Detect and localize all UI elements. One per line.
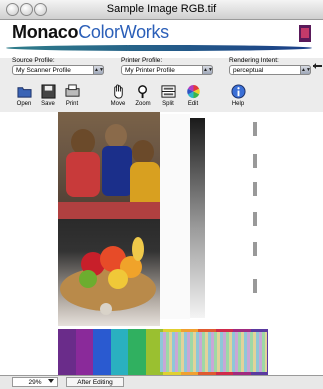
brand-name-part2: ColorWorks — [78, 22, 169, 42]
select-arrows-icon: ▲▼ — [93, 65, 104, 75]
help-label: Help — [231, 101, 245, 107]
toolbar: Open Save Print Move Zoom Split Edit Hel… — [0, 81, 323, 113]
brand-name-part1: Monaco — [12, 22, 79, 42]
move-label: Move — [110, 101, 126, 107]
hand-icon — [113, 84, 123, 99]
open-button[interactable]: Open — [11, 84, 37, 112]
printer-profile-value: My Printer Profile — [125, 67, 175, 74]
edit-mode-value: After Editing — [77, 379, 113, 386]
rendering-intent-label: Rendering Intent: — [229, 57, 279, 64]
open-folder-icon — [16, 87, 32, 98]
zoom-label: Zoom — [135, 101, 151, 107]
source-profile-value: My Scanner Profile — [16, 67, 71, 74]
profile-controls: Source Profile: My Scanner Profile ▲▼ Pr… — [0, 57, 323, 81]
split-label: Split — [162, 101, 174, 107]
edit-button[interactable]: Edit — [180, 84, 206, 112]
portrait-photo — [58, 112, 160, 219]
window-titlebar[interactable]: Sample Image RGB.tif — [0, 0, 323, 20]
print-button[interactable]: Print — [59, 84, 85, 112]
zoom-button[interactable]: Zoom — [130, 84, 156, 112]
printer-icon — [64, 84, 80, 97]
open-label: Open — [16, 101, 32, 107]
zoom-level-value: 29% — [28, 379, 42, 386]
source-profile-select[interactable]: My Scanner Profile ▲▼ — [12, 65, 104, 75]
brand-swoosh — [6, 45, 312, 51]
image-canvas[interactable] — [0, 112, 323, 375]
gray-ramp — [190, 118, 205, 318]
move-button[interactable]: Move — [105, 84, 131, 112]
save-button[interactable]: Save — [35, 84, 61, 112]
help-button[interactable]: Help — [225, 84, 251, 112]
edit-mode-indicator[interactable]: After Editing — [66, 377, 124, 387]
fruit-basket-image — [60, 237, 156, 315]
source-profile-label: Source Profile: — [12, 57, 55, 64]
chevron-down-icon — [48, 379, 54, 383]
select-arrows-icon: ▲▼ — [202, 65, 213, 75]
brand-logo-text: MonacoColorWorks — [12, 22, 169, 43]
save-disk-icon — [40, 84, 56, 99]
edit-label: Edit — [187, 101, 199, 107]
rendering-intent-select[interactable]: perceptual ▲▼ — [229, 65, 311, 75]
save-label: Save — [41, 101, 55, 107]
fruit-basket-photo — [58, 219, 160, 326]
rendering-intent-value: perceptual — [233, 67, 264, 74]
gray-scale-panel — [160, 114, 190, 319]
status-bar: 29% After Editing — [0, 375, 323, 389]
brand-logo-icon — [299, 25, 311, 42]
brand-header: MonacoColorWorks — [0, 20, 323, 58]
print-label: Print — [65, 101, 79, 107]
color-wheel-icon — [186, 84, 200, 99]
pointer-arrow-icon — [313, 63, 322, 69]
split-button[interactable]: Split — [155, 84, 181, 112]
magnifier-icon — [137, 85, 147, 99]
printer-profile-label: Printer Profile: — [121, 57, 163, 64]
info-icon — [230, 84, 246, 99]
pastel-patch-chart — [160, 332, 267, 372]
printer-profile-select[interactable]: My Printer Profile ▲▼ — [121, 65, 213, 75]
target-markers — [253, 114, 263, 324]
split-view-icon — [160, 85, 176, 98]
window-title: Sample Image RGB.tif — [106, 3, 217, 15]
portrait-image — [58, 124, 160, 219]
